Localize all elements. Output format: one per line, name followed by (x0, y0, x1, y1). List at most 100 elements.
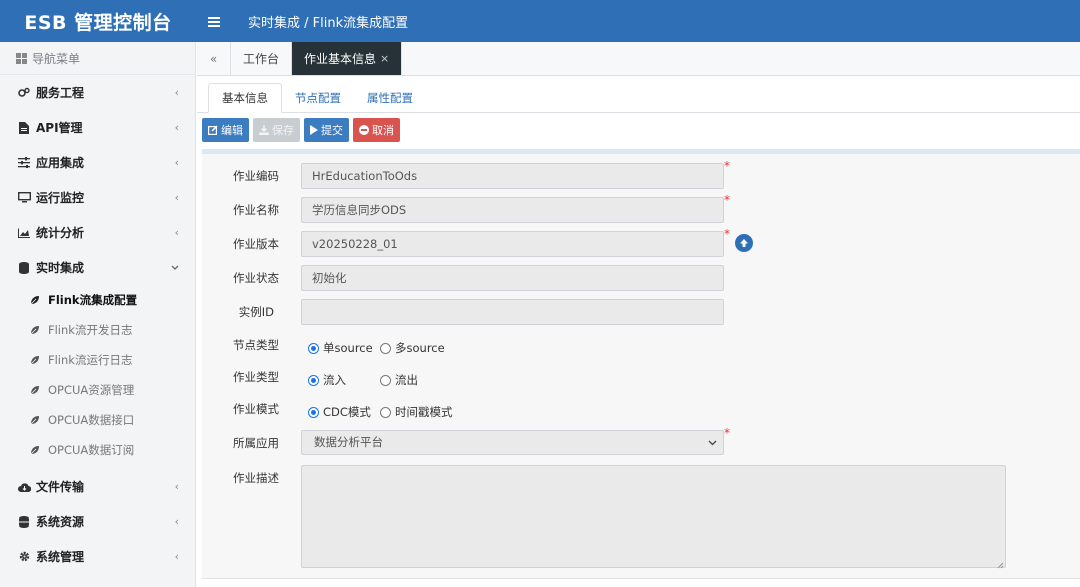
job-status-input[interactable]: 初始化 (301, 265, 724, 291)
resize-handle-icon[interactable] (996, 558, 1004, 569)
field-label: 作业名称 (233, 203, 279, 217)
radio-label: 时间戳模式 (395, 405, 453, 419)
sidebar-item-system-admin[interactable]: 系统管理 ‹ (0, 539, 195, 574)
job-type-inflow-radio[interactable]: 流入 (308, 372, 380, 388)
tab-attribute-config[interactable]: 属性配置 (354, 83, 426, 112)
chevron-down-icon (708, 431, 717, 454)
radio-checked (308, 406, 319, 418)
sidebar-subitem-opcua-resource[interactable]: OPCUA资源管理 (0, 375, 195, 405)
sidebar-item-api[interactable]: API管理 ‹ (0, 110, 195, 145)
job-mode-radio-group: CDC模式 时间戳模式 (308, 404, 453, 420)
sidebar-subitem-flink-dev-log[interactable]: Flink流开发日志 (0, 315, 195, 345)
field-label: 作业状态 (233, 271, 279, 285)
sidebar-item-label: 系统管理 (36, 550, 85, 564)
radio-label: 单source (323, 341, 373, 355)
close-icon[interactable]: × (380, 52, 389, 65)
download-icon (259, 125, 269, 135)
job-mode-timestamp-radio[interactable]: 时间戳模式 (380, 404, 453, 420)
cancel-button[interactable]: 取消 (353, 118, 400, 142)
field-job-version: 作业版本 v20250228_01 * (202, 227, 1080, 257)
node-type-radio-group: 单source 多source (308, 340, 445, 356)
leaf-icon (30, 415, 46, 425)
top-bar: ESB 管理控制台 实时集成 / Flink流集成配置 (0, 0, 1080, 42)
app-select[interactable]: 数据分析平台 (301, 430, 724, 455)
sidebar-subitem-label: OPCUA数据订阅 (48, 443, 135, 457)
hamburger-icon[interactable] (196, 12, 232, 31)
sidebar-item-system-resource[interactable]: 系统资源 ‹ (0, 504, 195, 539)
radio-label: CDC模式 (323, 405, 371, 419)
job-type-radio-group: 流入 流出 (308, 372, 418, 388)
field-instance-id: 实例ID (202, 299, 1080, 325)
radio-unchecked (380, 406, 391, 418)
submit-button[interactable]: 提交 (304, 118, 349, 142)
sidebar-item-file-transfer[interactable]: 文件传输 ‹ (0, 469, 195, 504)
leaf-icon (30, 385, 46, 395)
field-label: 作业描述 (233, 471, 279, 485)
field-label: 实例ID (238, 305, 274, 319)
node-type-single-radio[interactable]: 单source (308, 340, 380, 356)
sidebar-item-realtime[interactable]: 实时集成 (0, 250, 195, 285)
app-title: ESB 管理控制台 (24, 11, 172, 34)
sidebar-subitem-opcua-subscribe[interactable]: OPCUA数据订阅 (0, 435, 195, 465)
required-marker: * (724, 159, 730, 173)
chevron-left-icon: ‹ (174, 86, 179, 99)
description-textarea[interactable] (301, 465, 1006, 569)
sliders-icon (16, 157, 32, 168)
sidebar-subitem-label: OPCUA数据接口 (48, 413, 135, 427)
edit-button[interactable]: 编辑 (202, 118, 249, 142)
app-select-value: 数据分析平台 (314, 435, 383, 449)
form-tabs: 基本信息 节点配置 属性配置 (197, 83, 1080, 113)
submit-button-label: 提交 (321, 124, 343, 137)
sidebar-item-label: 服务工程 (36, 86, 85, 100)
field-node-type: 节点类型 单source 多source (202, 335, 1080, 361)
tab-label: 作业基本信息 (304, 52, 377, 66)
area-chart-icon (16, 228, 32, 238)
tab-node-config[interactable]: 节点配置 (282, 83, 354, 112)
radio-checked (308, 374, 319, 386)
sidebar-subitem-label: Flink流运行日志 (48, 353, 133, 367)
tab-workbench[interactable]: 工作台 (231, 42, 293, 75)
field-label: 作业编码 (233, 169, 279, 183)
sidebar-header: 导航菜单 (0, 42, 195, 75)
required-marker: * (724, 193, 730, 207)
instance-id-input[interactable] (301, 299, 724, 325)
sidebar-item-label: 文件传输 (36, 480, 85, 494)
sidebar-item-service[interactable]: 服务工程 ‹ (0, 75, 195, 110)
field-job-status: 作业状态 初始化 (202, 265, 1080, 291)
chevron-left-icon: ‹ (174, 480, 179, 493)
sidebar-item-label: 系统资源 (36, 515, 85, 529)
sidebar-subitem-flink-config[interactable]: Flink流集成配置 (0, 285, 195, 315)
cloud-icon (16, 482, 32, 492)
tab-strip: « 工作台 作业基本信息 × (197, 42, 1080, 76)
job-code-input[interactable]: HrEducationToOds (301, 163, 724, 189)
radio-checked (308, 342, 319, 354)
breadcrumb: 实时集成 / Flink流集成配置 (248, 15, 409, 31)
upgrade-version-icon[interactable] (735, 234, 753, 252)
chevron-left-icon: ‹ (174, 156, 179, 169)
leaf-icon (30, 445, 46, 455)
job-version-input[interactable]: v20250228_01 (301, 231, 724, 257)
sidebar-subitem-opcua-interface[interactable]: OPCUA数据接口 (0, 405, 195, 435)
sidebar: 导航菜单 服务工程 ‹ API管理 ‹ 应用集成 ‹ 运行监控 ‹ 统计分析 ‹… (0, 42, 196, 587)
monitor-icon (16, 192, 32, 203)
sidebar-item-statistics[interactable]: 统计分析 ‹ (0, 215, 195, 250)
tab-basic-info[interactable]: 基本信息 (208, 83, 282, 113)
node-type-multi-radio[interactable]: 多source (380, 340, 445, 356)
radio-label: 流入 (323, 373, 346, 387)
sidebar-item-label: 实时集成 (36, 261, 85, 275)
job-mode-cdc-radio[interactable]: CDC模式 (308, 404, 380, 420)
field-label: 作业类型 (233, 370, 279, 384)
job-form: 作业编码 HrEducationToOds * 作业名称 学历信息同步ODS *… (202, 154, 1080, 579)
field-app: 所属应用 数据分析平台 * (202, 426, 1080, 456)
sidebar-subitem-flink-run-log[interactable]: Flink流运行日志 (0, 345, 195, 375)
sidebar-item-monitor[interactable]: 运行监控 ‹ (0, 180, 195, 215)
sidebar-item-label: API管理 (36, 121, 83, 135)
field-job-name: 作业名称 学历信息同步ODS * (202, 193, 1080, 223)
save-button[interactable]: 保存 (253, 118, 300, 142)
sidebar-item-app-integration[interactable]: 应用集成 ‹ (0, 145, 195, 180)
job-name-input[interactable]: 学历信息同步ODS (301, 197, 724, 223)
tab-back-icon[interactable]: « (197, 42, 231, 75)
chevron-left-icon: ‹ (174, 226, 179, 239)
tab-job-basic-info[interactable]: 作业基本信息 × (292, 42, 403, 75)
job-type-outflow-radio[interactable]: 流出 (380, 372, 418, 388)
